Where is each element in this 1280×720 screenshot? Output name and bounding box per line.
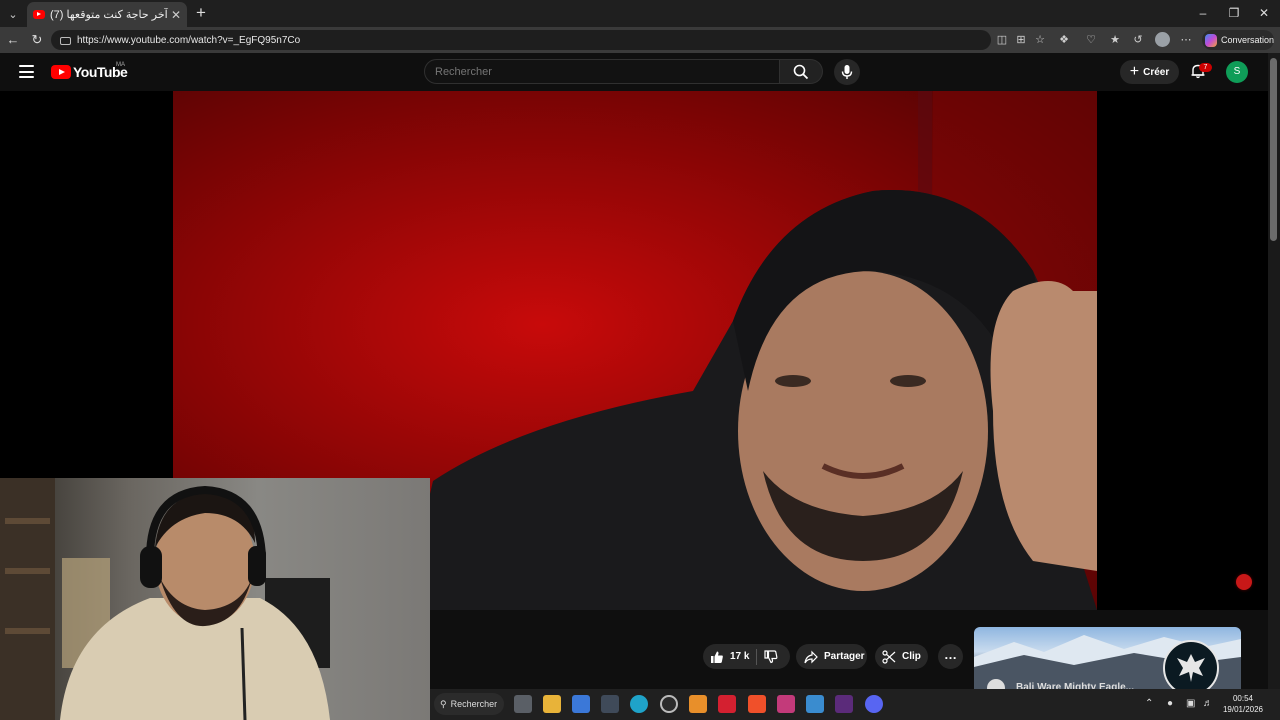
show-hidden-icons-icon[interactable]: ⌃: [1145, 698, 1153, 709]
copilot-conversation-button[interactable]: Conversation: [1202, 30, 1274, 50]
discord-icon[interactable]: [865, 695, 883, 713]
microphone-icon: [841, 65, 853, 79]
notification-count-badge: 7: [1199, 63, 1212, 72]
edge-icon[interactable]: [630, 695, 648, 713]
search-icon: [793, 64, 809, 79]
search-button[interactable]: [780, 59, 823, 84]
obs-icon[interactable]: [660, 695, 678, 713]
favorite-star-icon[interactable]: ☆: [1033, 33, 1047, 47]
voice-search-button[interactable]: [834, 59, 860, 85]
scissors-icon: [882, 649, 896, 664]
webcam-overlay: [0, 478, 430, 720]
webcam-person-with-headphones: [0, 478, 330, 720]
plus-icon: +: [1129, 63, 1140, 80]
create-label: Créer: [1143, 66, 1170, 78]
next-icon[interactable]: [835, 695, 853, 713]
account-avatar[interactable]: S: [1226, 61, 1248, 83]
region-code: MA: [116, 62, 125, 68]
translate-icon[interactable]: ◫: [995, 33, 1009, 47]
clock-time: 00:54: [1232, 694, 1254, 703]
share-button[interactable]: Partager: [796, 644, 867, 669]
taskbar-search[interactable]: ⚲ Rechercher: [434, 693, 504, 715]
file-explorer-icon[interactable]: [543, 695, 561, 713]
dislike-button[interactable]: [757, 644, 785, 669]
app-a-icon[interactable]: [689, 695, 707, 713]
recording-indicator-icon: [1236, 574, 1252, 590]
back-icon[interactable]: ←: [4, 31, 22, 49]
site-info-icon[interactable]: [60, 37, 71, 45]
new-tab-button[interactable]: +: [192, 4, 210, 22]
clock-date: 19/01/2026: [1222, 705, 1264, 714]
browser-profile-avatar[interactable]: [1155, 32, 1170, 47]
close-window-icon[interactable]: ✕: [1249, 3, 1279, 23]
more-actions-button[interactable]: …: [938, 644, 963, 669]
minimize-icon[interactable]: –: [1188, 3, 1218, 23]
share-arrow-icon: [804, 650, 818, 663]
youtube-play-logo-icon: [51, 65, 71, 79]
restore-icon[interactable]: ❐: [1219, 3, 1249, 23]
taskbar-search-icon: ⚲: [440, 698, 447, 709]
network-icon[interactable]: ▣: [1186, 698, 1195, 709]
address-bar[interactable]: https://www.youtube.com/watch?v=_EgFQ95n…: [51, 30, 991, 50]
calculator-icon[interactable]: [601, 695, 619, 713]
clip-button[interactable]: Clip: [875, 644, 928, 669]
wps-icon[interactable]: [718, 695, 736, 713]
streamer-channel-logo: [1163, 640, 1219, 696]
thumbs-up-icon: [711, 651, 723, 663]
share-label: Partager: [824, 651, 865, 662]
conversation-label: Conversation: [1220, 35, 1274, 45]
taskbar-clock[interactable]: 00:54 19/01/2026: [1218, 693, 1268, 715]
tab-title: (7) آخر حاجة كنت متوقعها - YouTube: [50, 9, 169, 21]
store-icon[interactable]: [572, 695, 590, 713]
youtube-favicon-icon: [33, 10, 45, 19]
brave-alt-icon[interactable]: [777, 695, 795, 713]
page-scrollbar-thumb[interactable]: [1270, 58, 1277, 241]
tab-close-icon[interactable]: ✕: [169, 8, 183, 22]
thumbs-down-icon: [764, 649, 778, 663]
browser-tab-active[interactable]: (7) آخر حاجة كنت متوقعها - YouTube ✕: [27, 2, 187, 27]
settings-more-icon[interactable]: ⋯: [1179, 33, 1193, 47]
taskbar-search-label: Rechercher: [450, 699, 498, 709]
history-icon[interactable]: ↺: [1131, 33, 1145, 47]
eagle-logo-icon: [1177, 654, 1205, 682]
like-dislike-group: 17 k: [703, 644, 790, 669]
browser-essentials-icon[interactable]: ♡: [1084, 33, 1098, 47]
like-count: 17 k: [730, 651, 750, 662]
volume-icon[interactable]: ♬: [1203, 698, 1213, 709]
url-text: https://www.youtube.com/watch?v=_EgFQ95n…: [77, 34, 301, 46]
copilot-icon: [1205, 33, 1217, 47]
extensions-icon[interactable]: ❖: [1057, 33, 1071, 47]
clip-label: Clip: [902, 651, 921, 662]
microphone-tray-icon[interactable]: ●: [1167, 698, 1173, 709]
tab-actions-menu-icon[interactable]: ⌄: [4, 5, 22, 23]
task-view-icon[interactable]: [514, 695, 532, 713]
refresh-icon[interactable]: ↻: [28, 31, 46, 49]
like-button[interactable]: 17 k: [703, 644, 756, 669]
search-input[interactable]: [424, 59, 780, 84]
create-button[interactable]: + Créer: [1120, 60, 1179, 84]
window-icon[interactable]: [806, 695, 824, 713]
guide-menu-icon[interactable]: [19, 65, 34, 78]
favorites-icon[interactable]: ★: [1108, 33, 1122, 47]
app-available-icon[interactable]: ⊞: [1014, 33, 1028, 47]
brave-icon[interactable]: [748, 695, 766, 713]
